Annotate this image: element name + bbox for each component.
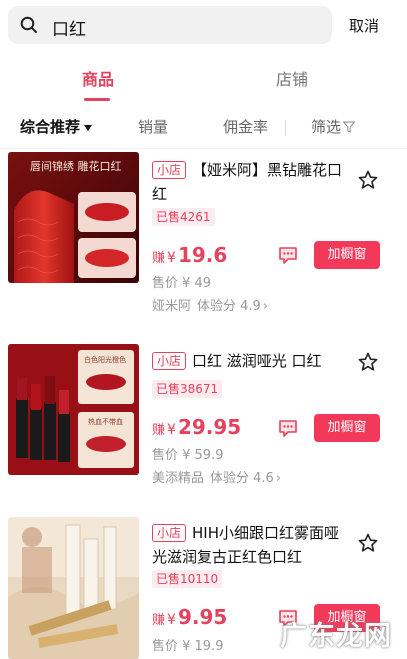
sort-recommended[interactable]: 综合推荐 [20, 116, 93, 137]
shop-name: 美添精品 [152, 471, 205, 486]
image-caption: 热血不带血 [88, 417, 123, 426]
favorite-star-icon[interactable] [358, 170, 378, 190]
commission-earn: 赚 ¥9.95 [152, 605, 228, 629]
sort-sales[interactable]: 销量 [138, 116, 168, 137]
filter-button[interactable]: 筛选 [311, 116, 356, 137]
search-icon [20, 16, 37, 33]
shop-info[interactable]: 美添精品 体验分 4.6 › [152, 467, 281, 486]
shop-name: 娅米阿 [152, 299, 192, 314]
shop-tag: 小店 [152, 524, 187, 542]
filter-label: 筛选 [311, 118, 342, 136]
product-image[interactable]: 唇间锦绣 雕花口红 [8, 152, 139, 283]
sort-label: 综合推荐 [20, 118, 81, 136]
experience-score: 体验分 4.6 [210, 471, 274, 486]
message-icon[interactable] [277, 244, 299, 266]
shop-info[interactable]: 娅米阿 体验分 4.9 › [152, 295, 268, 314]
tab-active-indicator [84, 98, 110, 101]
image-caption: 白色阳光橙色 [84, 355, 126, 364]
tab-label: 商品 [82, 70, 115, 89]
tab-products[interactable]: 商品 [82, 66, 115, 101]
sort-bar: 综合推荐 销量 佣金率 筛选 [0, 106, 407, 149]
product-image[interactable]: 白色阳光橙色 热血不带血 [8, 344, 139, 475]
watermark: 广东龙网 [280, 621, 392, 652]
sort-commission-rate[interactable]: 佣金率 [223, 116, 268, 137]
tab-bar: 商品 店铺 [0, 56, 407, 106]
commission-earn: 赚 ¥29.95 [152, 415, 242, 439]
sale-price: 售价 ¥ 59.9 [152, 448, 224, 463]
sold-count-badge: 已售10110 [152, 570, 223, 588]
filter-icon [343, 121, 356, 133]
chevron-right-icon: › [275, 471, 282, 486]
experience-score: 体验分 4.9 [197, 299, 261, 314]
add-to-showcase-button[interactable]: 加橱窗 [314, 414, 380, 442]
shop-tag: 小店 [152, 352, 187, 370]
dropdown-triangle-icon [84, 124, 93, 131]
search-header: 口红 取消 [0, 0, 407, 56]
product-card[interactable]: 白色阳光橙色 热血不带血 小店 口红 滋润哑光 口红 已售38671 赚 ¥29.9… [0, 340, 407, 515]
product-title[interactable]: 小店 口红 滋润哑光 口红 [152, 349, 347, 373]
message-icon[interactable] [277, 417, 299, 439]
product-title[interactable]: 小店 HIH小细跟口红雾面哑光滋润复古正红色口红 [152, 521, 347, 569]
sale-price: 售价 ¥ 19.9 [152, 639, 224, 654]
product-title[interactable]: 小店 【娅米阿】黑钻雕花口红 [152, 158, 347, 206]
search-query: 口红 [52, 20, 86, 40]
title-text: 口红 滋润哑光 口红 [192, 352, 322, 370]
sale-price: 售价 ¥ 49 [152, 276, 212, 291]
product-image[interactable] [8, 517, 139, 659]
tab-shops[interactable]: 店铺 [276, 66, 308, 90]
commission-earn: 赚 ¥19.6 [152, 243, 228, 267]
cancel-button[interactable]: 取消 [349, 15, 379, 36]
chevron-right-icon: › [262, 299, 269, 314]
add-to-showcase-button[interactable]: 加橱窗 [314, 241, 380, 269]
divider [285, 120, 286, 136]
sold-count-badge: 已售38671 [152, 380, 223, 398]
shop-tag: 小店 [152, 161, 187, 179]
search-input[interactable]: 口红 [8, 6, 332, 44]
favorite-star-icon[interactable] [358, 352, 378, 372]
image-caption: 唇间锦绣 雕花口红 [30, 159, 122, 173]
sold-count-badge: 已售4261 [152, 208, 215, 226]
favorite-star-icon[interactable] [358, 533, 378, 553]
product-card[interactable]: 唇间锦绣 雕花口红 小店 【娅米阿】黑钻雕花口红 已售4261 赚 ¥19.6 加橱… [0, 150, 407, 340]
tab-label: 店铺 [276, 70, 309, 89]
